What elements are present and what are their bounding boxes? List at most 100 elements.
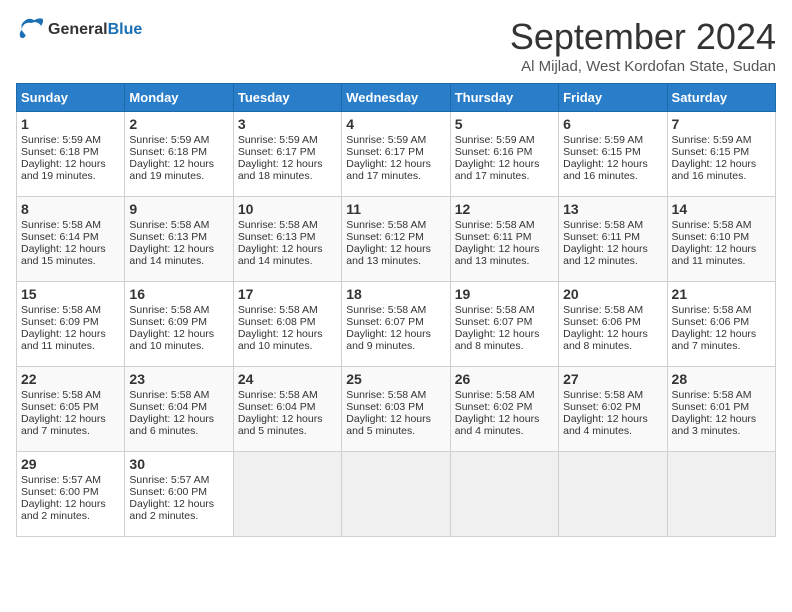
sunrise-text: Sunrise: 5:58 AM [238,304,318,316]
sunset-text: Sunset: 6:16 PM [455,146,533,158]
logo-icon [16,16,44,44]
calendar-cell [450,452,558,537]
day-number: 11 [346,201,445,217]
calendar-week-row: 22Sunrise: 5:58 AMSunset: 6:05 PMDayligh… [17,367,776,452]
daylight-text: Daylight: 12 hours and 2 minutes. [21,498,106,522]
sunset-text: Sunset: 6:00 PM [21,486,99,498]
sunrise-text: Sunrise: 5:59 AM [238,134,318,146]
calendar-cell: 4Sunrise: 5:59 AMSunset: 6:17 PMDaylight… [342,112,450,197]
daylight-text: Daylight: 12 hours and 5 minutes. [238,413,323,437]
calendar-cell: 5Sunrise: 5:59 AMSunset: 6:16 PMDaylight… [450,112,558,197]
calendar-cell: 13 Sunrise: 5:58 AMSunset: 6:11 PMDayligh… [559,197,667,282]
sunset-text: Sunset: 6:06 PM [672,316,750,328]
header: GeneralBlue September 2024 Al Mijlad, We… [16,16,776,75]
calendar-cell: 20Sunrise: 5:58 AMSunset: 6:06 PMDayligh… [559,282,667,367]
daylight-text: Daylight: 12 hours and 12 minutes. [563,243,648,267]
sunrise-text: Sunrise: 5:58 AM [129,389,209,401]
daylight-text: Daylight: 12 hours and 7 minutes. [672,328,757,352]
day-number: 6 [563,116,662,132]
sunrise-text: Sunrise: 5:58 AM [455,304,535,316]
day-number: 14 [672,201,771,217]
sunrise-text: Sunrise: 5:59 AM [346,134,426,146]
calendar-cell: 19Sunrise: 5:58 AMSunset: 6:07 PMDayligh… [450,282,558,367]
sunrise-text: Sunrise: 5:58 AM [21,219,101,231]
day-header-sunday: Sunday [17,84,125,112]
day-header-tuesday: Tuesday [233,84,341,112]
day-number: 7 [672,116,771,132]
calendar-cell: 25Sunrise: 5:58 AMSunset: 6:03 PMDayligh… [342,367,450,452]
calendar-cell: 17Sunrise: 5:58 AMSunset: 6:08 PMDayligh… [233,282,341,367]
daylight-text: Daylight: 12 hours and 19 minutes. [129,158,214,182]
daylight-text: Daylight: 12 hours and 16 minutes. [672,158,757,182]
sunset-text: Sunset: 6:03 PM [346,401,424,413]
calendar-cell: 21Sunrise: 5:58 AMSunset: 6:06 PMDayligh… [667,282,775,367]
calendar-header-row: SundayMondayTuesdayWednesdayThursdayFrid… [17,84,776,112]
calendar-cell [233,452,341,537]
sunrise-text: Sunrise: 5:58 AM [563,219,643,231]
day-number: 30 [129,456,228,472]
calendar-cell [667,452,775,537]
sunrise-text: Sunrise: 5:57 AM [129,474,209,486]
calendar-table: SundayMondayTuesdayWednesdayThursdayFrid… [16,83,776,537]
sunset-text: Sunset: 6:12 PM [346,231,424,243]
calendar-cell: 11 Sunrise: 5:58 AMSunset: 6:12 PMDayligh… [342,197,450,282]
day-number: 24 [238,371,337,387]
calendar-cell: 6Sunrise: 5:59 AMSunset: 6:15 PMDaylight… [559,112,667,197]
day-header-saturday: Saturday [667,84,775,112]
calendar-cell: 18Sunrise: 5:58 AMSunset: 6:07 PMDayligh… [342,282,450,367]
sunrise-text: Sunrise: 5:58 AM [21,304,101,316]
sunset-text: Sunset: 6:06 PM [563,316,641,328]
calendar-cell: 3Sunrise: 5:59 AMSunset: 6:17 PMDaylight… [233,112,341,197]
daylight-text: Daylight: 12 hours and 4 minutes. [563,413,648,437]
logo-text: GeneralBlue [48,21,142,39]
daylight-text: Daylight: 12 hours and 19 minutes. [21,158,106,182]
daylight-text: Daylight: 12 hours and 2 minutes. [129,498,214,522]
day-header-friday: Friday [559,84,667,112]
sunrise-text: Sunrise: 5:58 AM [346,389,426,401]
day-number: 2 [129,116,228,132]
day-number: 22 [21,371,120,387]
sunrise-text: Sunrise: 5:58 AM [346,219,426,231]
sunset-text: Sunset: 6:04 PM [238,401,316,413]
sunrise-text: Sunrise: 5:57 AM [21,474,101,486]
calendar-cell: 2Sunrise: 5:59 AMSunset: 6:18 PMDaylight… [125,112,233,197]
sunset-text: Sunset: 6:08 PM [238,316,316,328]
sunrise-text: Sunrise: 5:58 AM [346,304,426,316]
daylight-text: Daylight: 12 hours and 16 minutes. [563,158,648,182]
sunset-text: Sunset: 6:07 PM [346,316,424,328]
sunrise-text: Sunrise: 5:58 AM [672,389,752,401]
day-number: 16 [129,286,228,302]
daylight-text: Daylight: 12 hours and 18 minutes. [238,158,323,182]
calendar-cell: 16Sunrise: 5:58 AMSunset: 6:09 PMDayligh… [125,282,233,367]
title-area: September 2024 Al Mijlad, West Kordofan … [510,16,776,75]
day-number: 20 [563,286,662,302]
sunrise-text: Sunrise: 5:58 AM [129,219,209,231]
calendar-week-row: 1Sunrise: 5:59 AMSunset: 6:18 PMDaylight… [17,112,776,197]
day-header-monday: Monday [125,84,233,112]
daylight-text: Daylight: 12 hours and 4 minutes. [455,413,540,437]
day-number: 4 [346,116,445,132]
sunset-text: Sunset: 6:04 PM [129,401,207,413]
sunrise-text: Sunrise: 5:59 AM [129,134,209,146]
calendar-cell: 30 Sunrise: 5:57 AMSunset: 6:00 PMDayligh… [125,452,233,537]
day-number: 13 [563,201,662,217]
day-number: 23 [129,371,228,387]
sunrise-text: Sunrise: 5:59 AM [563,134,643,146]
daylight-text: Daylight: 12 hours and 13 minutes. [455,243,540,267]
day-number: 29 [21,456,120,472]
sunrise-text: Sunrise: 5:59 AM [672,134,752,146]
sunset-text: Sunset: 6:11 PM [563,231,640,243]
day-header-wednesday: Wednesday [342,84,450,112]
daylight-text: Daylight: 12 hours and 9 minutes. [346,328,431,352]
daylight-text: Daylight: 12 hours and 17 minutes. [346,158,431,182]
sunset-text: Sunset: 6:02 PM [455,401,533,413]
sunset-text: Sunset: 6:09 PM [21,316,99,328]
calendar-cell: 1Sunrise: 5:59 AMSunset: 6:18 PMDaylight… [17,112,125,197]
daylight-text: Daylight: 12 hours and 8 minutes. [563,328,648,352]
daylight-text: Daylight: 12 hours and 3 minutes. [672,413,757,437]
sunset-text: Sunset: 6:07 PM [455,316,533,328]
daylight-text: Daylight: 12 hours and 13 minutes. [346,243,431,267]
sunset-text: Sunset: 6:00 PM [129,486,207,498]
daylight-text: Daylight: 12 hours and 11 minutes. [672,243,757,267]
daylight-text: Daylight: 12 hours and 8 minutes. [455,328,540,352]
